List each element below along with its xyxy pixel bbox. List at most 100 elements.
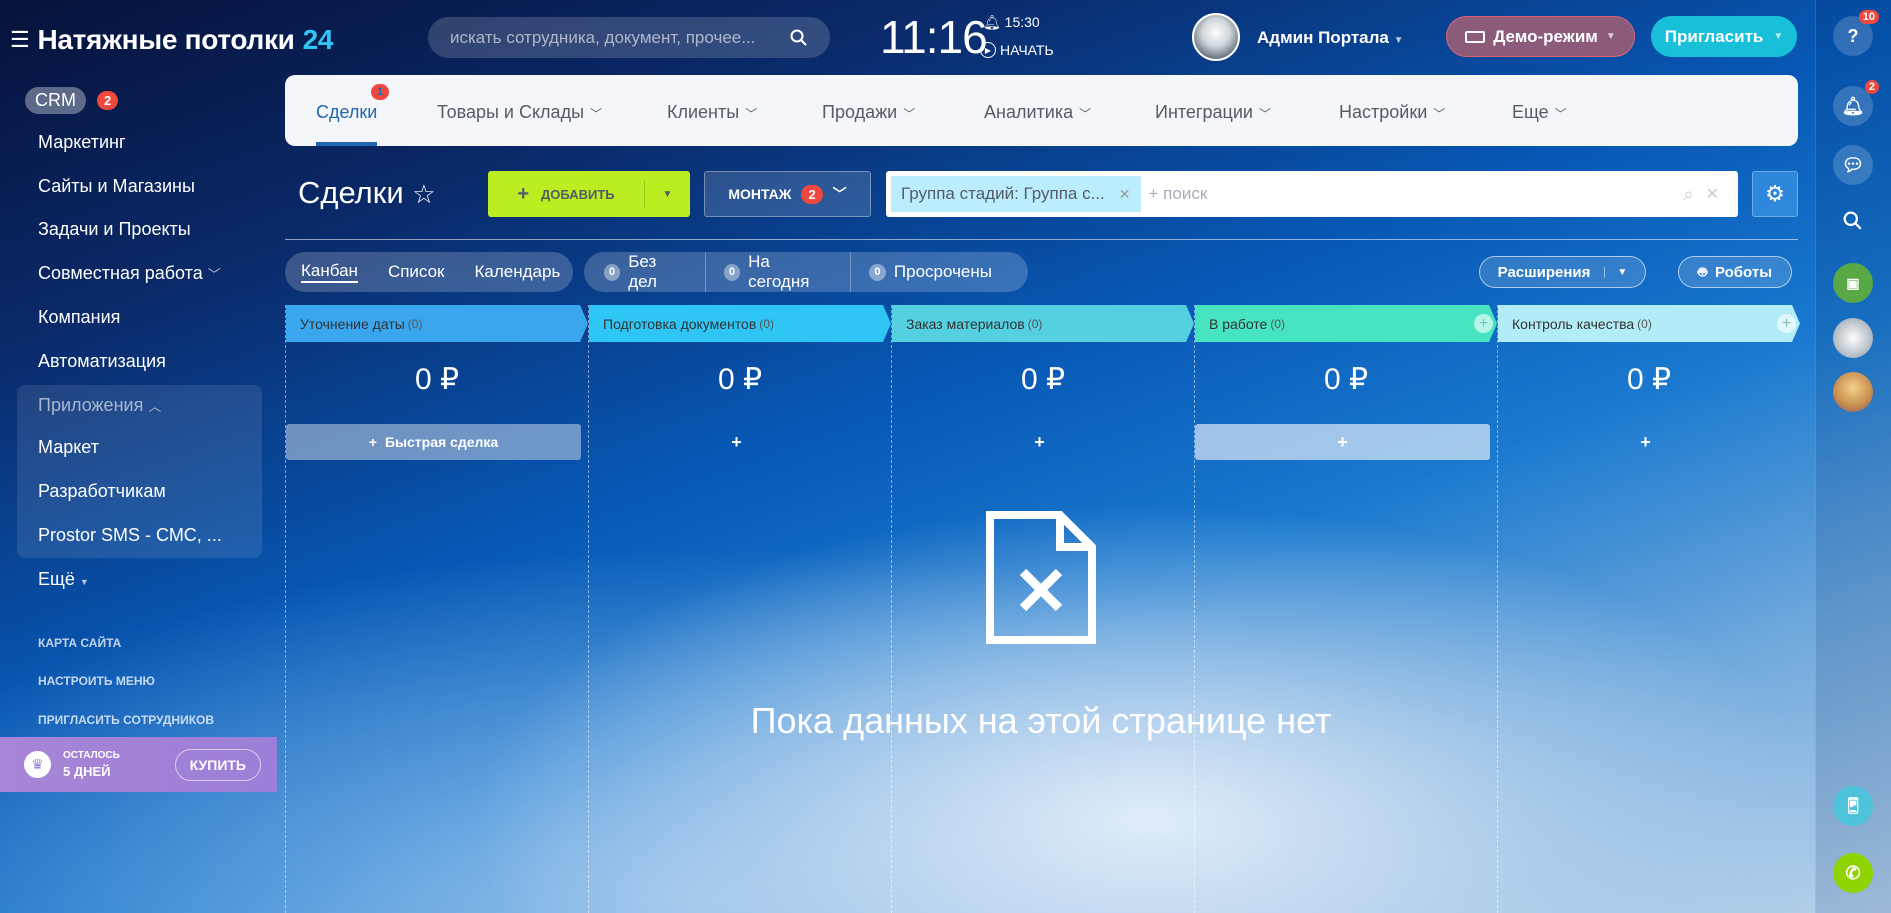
chat-button[interactable]: 💬︎ — [1833, 145, 1873, 185]
quick-deal-button[interactable]: + Быстрая сделка — [286, 424, 581, 460]
add-button[interactable]: + ДОБАВИТЬ ▼ — [488, 171, 690, 217]
help-icon: ? — [1847, 25, 1859, 46]
chevron-down-icon: ﹀ — [745, 107, 758, 121]
bell-icon: 🔔︎ — [983, 14, 1001, 30]
call-button[interactable]: ✆ — [1833, 853, 1873, 893]
kanban-column: В работе (0) + 0 ₽ + — [1194, 305, 1497, 913]
add-deal-button[interactable]: + — [892, 424, 1187, 460]
column-sum: 0 ₽ — [1626, 363, 1672, 396]
add-stage-icon[interactable]: + — [1474, 314, 1493, 333]
search-input[interactable]: искать сотрудника, документ, прочее... — [428, 17, 830, 58]
tab-products[interactable]: Товары и Склады ﹀ — [437, 102, 602, 123]
column-header[interactable]: Подготовка документов (0) — [589, 305, 891, 342]
column-header[interactable]: Контроль качества (0) + — [1498, 305, 1800, 342]
robots-button[interactable]: 🤖︎ Роботы — [1678, 256, 1792, 288]
add-deal-button[interactable]: + — [1498, 424, 1793, 460]
demo-label: Демо-режим — [1493, 26, 1598, 46]
gear-icon: ⚙ — [1765, 181, 1785, 206]
filter-input-placeholder[interactable]: + поиск — [1149, 184, 1684, 204]
sidebar-item-apps[interactable]: Приложения ︿ — [38, 395, 161, 416]
tab-analytics[interactable]: Аналитика ﹀ — [984, 102, 1091, 123]
tab-more[interactable]: Еще ﹀ — [1512, 102, 1567, 123]
configure-menu-link[interactable]: НАСТРОИТЬ МЕНЮ — [38, 674, 155, 688]
caret-down-icon: ▼ — [1604, 266, 1627, 278]
extensions-button[interactable]: Расширения ▼ — [1479, 256, 1646, 288]
invite-employees-link[interactable]: ПРИГЛАСИТЬ СОТРУДНИКОВ — [38, 713, 214, 727]
add-deal-button[interactable]: + — [589, 424, 884, 460]
view-kanban[interactable]: Канбан — [301, 261, 358, 283]
column-count: (0) — [1270, 316, 1286, 331]
help-button[interactable]: ? 10 — [1833, 10, 1879, 56]
tab-sales[interactable]: Продажи ﹀ — [822, 102, 915, 123]
sidebar-item-company[interactable]: Компания — [38, 307, 120, 328]
tab-deals[interactable]: Сделки 1 — [316, 84, 390, 123]
demo-mode-button[interactable]: Демо-режим ▼ — [1446, 16, 1635, 57]
plus-icon: + — [1034, 431, 1045, 452]
category-badge: 2 — [801, 184, 823, 204]
add-dropdown-caret[interactable]: ▼ — [644, 180, 690, 208]
page-title: Сделки ☆ — [298, 175, 436, 211]
menu-icon[interactable]: ☰ — [10, 27, 30, 53]
chevron-down-icon: ﹀ — [832, 186, 847, 202]
add-deal-button[interactable]: + — [1195, 424, 1490, 460]
category-selector[interactable]: МОНТАЖ 2 ﹀ — [704, 171, 871, 217]
sidebar-item-collaboration[interactable]: Совместная работа ﹀ — [38, 263, 221, 284]
column-header[interactable]: Заказ материалов (0) — [892, 305, 1194, 342]
tab-integrations[interactable]: Интеграции ﹀ — [1155, 102, 1271, 123]
user-avatar-chat[interactable] — [1833, 372, 1873, 412]
tab-clients[interactable]: Клиенты ﹀ — [667, 102, 757, 123]
filter-search[interactable]: Группа стадий: Группа с... ✕ + поиск ⌕ ✕ — [886, 171, 1738, 217]
user-menu[interactable]: Админ Портала ▼ — [1257, 28, 1404, 48]
search-button[interactable] — [1833, 201, 1873, 241]
sidebar-item-automation[interactable]: Автоматизация — [38, 351, 166, 372]
sitemap-link[interactable]: КАРТА САЙТА — [38, 636, 121, 650]
tab-label: Аналитика — [984, 102, 1074, 122]
add-stage-icon[interactable]: + — [1777, 314, 1796, 333]
counter-today[interactable]: 0 На сегодня — [723, 252, 851, 292]
column-header[interactable]: В работе (0) + — [1195, 305, 1497, 342]
view-calendar[interactable]: Календарь — [475, 262, 561, 282]
sidebar-item-sites[interactable]: Сайты и Магазины — [38, 176, 195, 197]
user-avatar-chat[interactable] — [1833, 318, 1873, 358]
filter-chip[interactable]: Группа стадий: Группа с... ✕ — [891, 176, 1141, 212]
alarm[interactable]: 🔔︎ 15:30 — [983, 14, 1040, 31]
portal-title: Натяжные потолки — [37, 24, 295, 55]
sidebar-item-marketing[interactable]: Маркетинг — [38, 132, 126, 153]
chevron-down-icon: ﹀ — [207, 267, 221, 282]
column-sum: 0 ₽ — [414, 363, 460, 396]
search-icon[interactable]: ⌕ — [1684, 184, 1694, 205]
mobile-app-button[interactable]: 📱︎ — [1833, 786, 1873, 826]
column-header[interactable]: Уточнение даты (0) — [286, 305, 588, 342]
plus-icon: + — [1640, 431, 1651, 452]
sidebar-item-more[interactable]: Ещё ▼ — [38, 569, 89, 590]
counter-no-tasks[interactable]: 0 Без дел — [604, 252, 706, 292]
invite-button[interactable]: Пригласить ▼ — [1651, 16, 1797, 57]
notifications-button[interactable]: 🔔︎ 2 — [1833, 80, 1879, 126]
clock[interactable]: 11:16 — [880, 10, 988, 64]
sidebar-item-developers[interactable]: Разработчикам — [38, 481, 166, 502]
sidebar-item-market[interactable]: Маркет — [38, 437, 99, 458]
contact-center-button[interactable]: ▣ — [1833, 263, 1873, 303]
trial-label: ОСТАЛОСЬ — [63, 750, 120, 761]
portal-logo[interactable]: ☰ Натяжные потолки 24 — [10, 24, 333, 56]
sidebar-item-crm[interactable]: CRM — [25, 87, 86, 114]
counter-overdue[interactable]: 0 Просрочены — [868, 262, 1010, 282]
view-list[interactable]: Список — [388, 262, 445, 282]
add-label: ДОБАВИТЬ — [541, 186, 615, 202]
phone-cloud-icon: 📱︎ — [1842, 798, 1864, 815]
tab-label: Сделки — [316, 102, 378, 122]
close-icon[interactable]: ✕ — [1119, 186, 1131, 203]
settings-button[interactable]: ⚙ — [1752, 171, 1798, 217]
clear-icon[interactable]: ✕ — [1706, 184, 1719, 204]
sidebar-item-tasks[interactable]: Задачи и Проекты — [38, 219, 191, 240]
search-icon[interactable] — [790, 29, 808, 47]
crm-label: CRM — [35, 90, 76, 110]
buy-button[interactable]: КУПИТЬ — [174, 748, 261, 781]
chevron-down-icon: ﹀ — [903, 107, 916, 121]
column-title: Контроль качества — [1512, 315, 1635, 332]
star-icon[interactable]: ☆ — [412, 179, 435, 209]
sidebar-item-prostor-sms[interactable]: Prostor SMS - СМС, ... — [38, 525, 222, 546]
user-avatar[interactable] — [1192, 13, 1240, 61]
tab-settings[interactable]: Настройки ﹀ — [1339, 102, 1445, 123]
start-workday-button[interactable]: ▶ НАЧАТЬ — [980, 42, 1054, 58]
